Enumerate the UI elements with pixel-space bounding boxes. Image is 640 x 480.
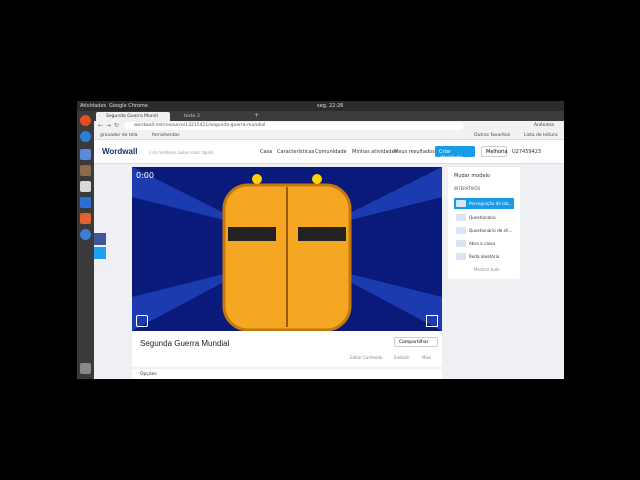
template-icon — [456, 253, 466, 260]
facebook-icon[interactable] — [94, 233, 106, 245]
activity-info: Segunda Guerra Mundial Compartilhar Edit… — [132, 331, 442, 367]
new-tab-icon[interactable]: + — [254, 112, 259, 119]
template-label: Abra a caixa — [469, 241, 496, 246]
template-gameshow-quiz[interactable]: Questionário de sh... — [454, 225, 514, 236]
template-open-box[interactable]: Abra a caixa — [454, 238, 514, 249]
edit-content-link[interactable]: Editar Conteúdo — [350, 355, 382, 360]
game-canvas[interactable]: 0:00 — [132, 167, 442, 331]
reload-icon[interactable]: ↻ — [114, 122, 119, 129]
create-activity-button[interactable]: Criar atividade — [435, 146, 475, 161]
maze-chase-scene — [132, 167, 442, 331]
template-icon — [456, 200, 466, 207]
twitter-icon[interactable] — [94, 247, 106, 259]
chrome-icon[interactable] — [80, 115, 91, 126]
tab-teste[interactable]: teste 3 — [174, 112, 248, 121]
bookmark-other[interactable]: Outros favoritos — [474, 133, 510, 138]
apps-grid-icon[interactable] — [80, 363, 91, 374]
template-label: Roda aleatória — [469, 254, 500, 259]
wordwall-logo[interactable]: Wordwall — [102, 147, 137, 156]
embed-code-icon[interactable] — [94, 261, 106, 273]
menu-icon[interactable] — [136, 315, 148, 327]
nav-features[interactable]: Características — [277, 149, 314, 155]
software-icon[interactable] — [80, 213, 91, 224]
activity-title: Segunda Guerra Mundial — [140, 339, 230, 348]
template-maze-chase[interactable]: Perseguição de lab... — [454, 198, 514, 209]
tab-wordwall[interactable]: Segunda Guerra Mundi — [96, 112, 170, 121]
bookmark-tools[interactable]: ferramentas — [152, 133, 180, 138]
reading-list[interactable]: Lista de leitura — [524, 133, 558, 138]
profile-label[interactable]: Anônima — [534, 123, 554, 128]
files-icon[interactable] — [80, 165, 91, 176]
user-menu[interactable]: U27459423 — [512, 149, 541, 155]
template-label: Questionário de sh... — [469, 228, 513, 233]
nav-my-activities[interactable]: Minhas atividades — [352, 149, 397, 155]
game-timer: 0:00 — [136, 171, 154, 180]
share-button[interactable]: Compartilhar — [394, 337, 438, 347]
desktop-screen: Atividades Google Chrome seg, 22:26 Segu… — [77, 101, 564, 379]
nav-home[interactable]: Casa — [260, 149, 272, 155]
show-all-link[interactable]: Mostrar tudo — [474, 267, 500, 272]
template-icon — [456, 214, 466, 221]
upgrade-button[interactable]: Melhoria — [481, 146, 508, 157]
template-panel: Mudar modelo INTERATIVOS Perseguição de … — [448, 167, 520, 279]
more-link[interactable]: Mais — [422, 355, 431, 360]
dock — [77, 111, 94, 379]
options-section: Opções — [132, 369, 442, 379]
template-random-wheel[interactable]: Roda aleatória — [454, 251, 514, 262]
template-heading: Mudar modelo — [454, 173, 490, 179]
template-label: Perseguição de lab... — [469, 201, 513, 206]
site-header: Wordwall Cria melhores aulas mais rápido… — [94, 140, 564, 164]
template-icon — [456, 240, 466, 247]
bookmarks-bar: gravador de tela ferramentas Outros favo… — [94, 131, 564, 140]
tab-label: teste 3 — [184, 114, 200, 119]
nav-my-results[interactable]: Meus resultados — [394, 149, 435, 155]
document-icon[interactable] — [80, 197, 91, 208]
mail-icon[interactable] — [80, 149, 91, 160]
template-quiz[interactable]: Questionário — [454, 212, 514, 223]
activities-label[interactable]: Atividades — [80, 103, 106, 109]
url-input[interactable]: wordwall.net/resource/13215421/segunda-g… — [124, 122, 464, 130]
template-label: Questionário — [469, 215, 496, 220]
app-name[interactable]: Google Chrome — [109, 103, 148, 109]
url-text: wordwall.net/resource/13215421/segunda-g… — [134, 123, 266, 128]
fullscreen-icon[interactable] — [426, 315, 438, 327]
tagline: Cria melhores aulas mais rápido — [149, 150, 214, 155]
chromium-icon[interactable] — [80, 131, 91, 142]
web-page: Wordwall Cria melhores aulas mais rápido… — [94, 140, 564, 379]
template-icon — [456, 227, 466, 234]
clock[interactable]: seg, 22:26 — [317, 103, 343, 109]
bookmark-screen-recorder[interactable]: gravador de tela — [100, 133, 137, 138]
browser-tab-bar: Segunda Guerra Mundi teste 3 + — [94, 111, 564, 121]
help-icon[interactable] — [80, 229, 91, 240]
options-heading: Opções — [140, 372, 157, 377]
forward-icon[interactable]: → — [106, 122, 111, 129]
address-bar: ← → ↻ wordwall.net/resource/13215421/seg… — [94, 121, 564, 131]
embed-link[interactable]: Embutir — [394, 355, 410, 360]
nav-community[interactable]: Comunidade — [315, 149, 347, 155]
music-icon[interactable] — [80, 181, 91, 192]
share-sidebar — [94, 233, 108, 273]
system-top-bar: Atividades Google Chrome seg, 22:26 — [77, 101, 564, 111]
template-section-label: INTERATIVOS — [454, 186, 481, 191]
back-icon[interactable]: ← — [98, 122, 103, 129]
tab-label: Segunda Guerra Mundi — [106, 114, 158, 119]
